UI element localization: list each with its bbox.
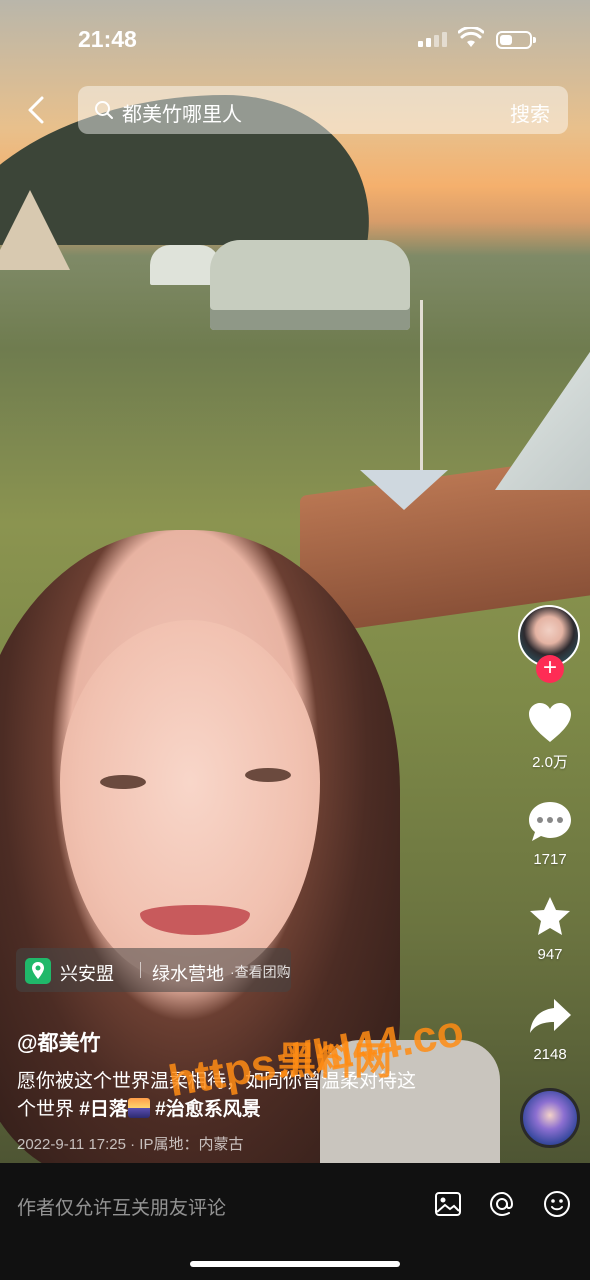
- search-button[interactable]: 搜索: [510, 98, 550, 127]
- like-button[interactable]: 2.0万: [515, 702, 585, 772]
- right-eye: [245, 768, 291, 782]
- search-icon: [95, 101, 113, 119]
- wifi-icon: [458, 27, 484, 47]
- lamp-pole: [420, 300, 423, 480]
- heart-icon: [529, 703, 571, 742]
- home-indicator[interactable]: [190, 1261, 400, 1267]
- comment-bar: 作者仅允许互关朋友评论: [0, 1163, 590, 1280]
- share-icon: [530, 999, 571, 1033]
- favorite-button[interactable]: 947: [515, 895, 585, 963]
- emoji-icon[interactable]: [542, 1189, 572, 1219]
- status-bar: 21:48: [0, 0, 590, 80]
- group-buy-link[interactable]: ·查看团购: [230, 962, 291, 982]
- follow-button[interactable]: +: [536, 655, 564, 683]
- image-icon[interactable]: [433, 1189, 463, 1219]
- caption-line-2-text: 个世界: [17, 1099, 75, 1120]
- comment-count: 1717: [533, 851, 567, 868]
- status-time: 21:48: [78, 26, 137, 52]
- at-icon[interactable]: [487, 1189, 517, 1219]
- share-button[interactable]: 2148: [515, 995, 585, 1063]
- hashtag-sunset[interactable]: #日落: [79, 1099, 128, 1120]
- location-divider: [140, 962, 141, 978]
- location-card[interactable]: 兴安盟 绿水营地 ·查看团购: [16, 948, 291, 992]
- post-meta: 2022-9-11 17:25 · IP属地：内蒙古: [17, 1136, 244, 1153]
- author-name[interactable]: @都美竹: [17, 1027, 100, 1057]
- comment-button[interactable]: 1717: [515, 800, 585, 868]
- star-icon: [530, 897, 570, 935]
- tent-left: [0, 190, 70, 270]
- search-bar[interactable]: 都美竹哪里人 搜索: [78, 86, 568, 134]
- location-pin-icon: [25, 958, 51, 984]
- favorite-count: 947: [537, 946, 563, 963]
- hashtag-healing-scenery[interactable]: #治愈系风景: [155, 1099, 261, 1120]
- share-count: 2148: [533, 1046, 567, 1063]
- comment-input[interactable]: 作者仅允许互关朋友评论: [17, 1193, 226, 1220]
- left-eye: [100, 775, 146, 789]
- comment-icon: [529, 802, 571, 841]
- back-icon[interactable]: [20, 92, 56, 128]
- like-count: 2.0万: [532, 754, 568, 771]
- music-disc[interactable]: [520, 1088, 580, 1148]
- location-city: 兴安盟: [60, 964, 114, 984]
- sunset-emoji-icon: [127, 1098, 150, 1118]
- search-input[interactable]: 都美竹哪里人: [122, 98, 242, 127]
- location-place: 绿水营地: [152, 964, 224, 984]
- signal-icon: [418, 32, 447, 47]
- tent-middle: [210, 240, 410, 330]
- caption-line-2: 个世界 #日落 #治愈系风景: [17, 1096, 497, 1124]
- battery-icon: [496, 31, 536, 49]
